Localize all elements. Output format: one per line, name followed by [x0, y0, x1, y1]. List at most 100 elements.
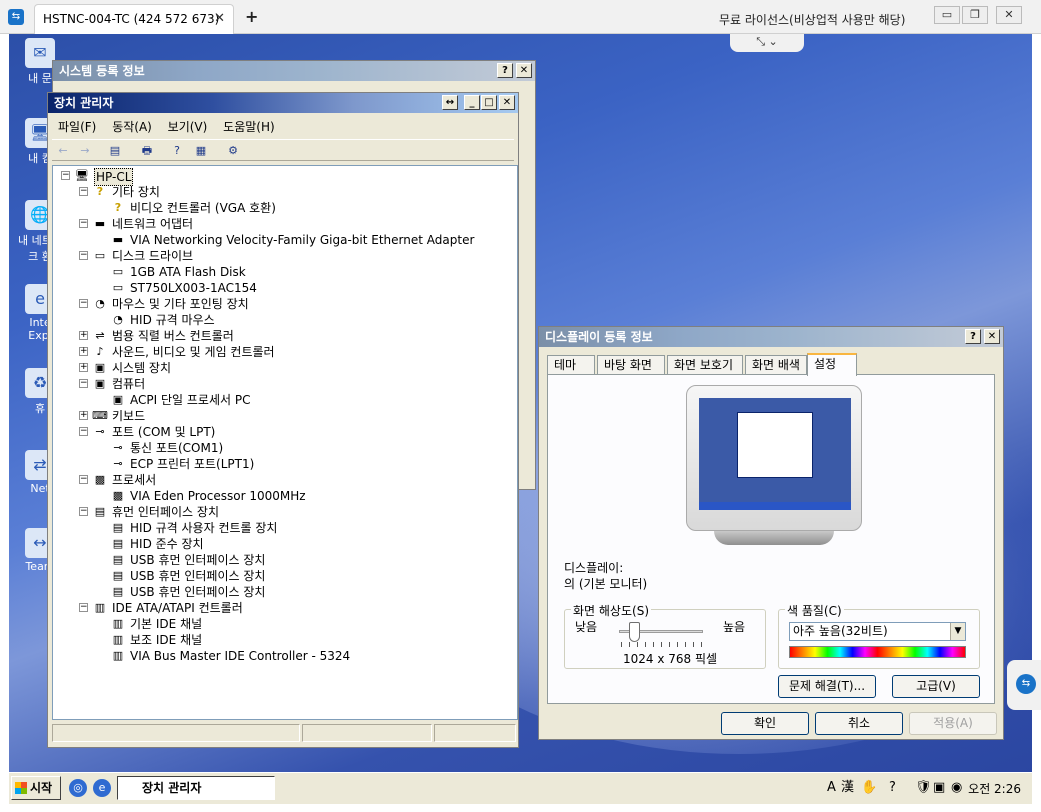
expand-icon[interactable]: +: [79, 411, 88, 420]
device-tree-label: USB 휴먼 인터페이스 장치: [130, 585, 266, 599]
desktop-icon-label: 내 문: [28, 72, 52, 85]
device-tree-label: HID 규격 마우스: [130, 313, 215, 327]
show-hide-tree-icon[interactable]: ▤: [106, 142, 124, 160]
remote-restore-button[interactable]: ❐: [962, 6, 988, 24]
resolution-slider-thumb[interactable]: [629, 622, 641, 642]
network-tray-icon[interactable]: ▣: [933, 778, 945, 798]
back-icon[interactable]: ←: [54, 142, 72, 160]
collapse-icon[interactable]: −: [79, 299, 88, 308]
troubleshoot-button[interactable]: 문제 해결(T)...: [778, 675, 876, 698]
collapse-icon[interactable]: −: [79, 251, 88, 260]
close-button[interactable]: ✕: [499, 95, 515, 110]
ime-help-icon[interactable]: ?: [889, 778, 896, 798]
status-bar: [52, 724, 516, 742]
collapse-icon[interactable]: −: [79, 507, 88, 516]
device-icon: ⊸: [113, 441, 123, 454]
new-tab-button[interactable]: +: [245, 7, 258, 26]
ime-hand-icon[interactable]: ✋: [861, 778, 877, 798]
device-tree-label: ACPI 단일 프로세서 PC: [130, 393, 251, 407]
ime-alpha-icon[interactable]: A: [827, 778, 836, 798]
cancel-button[interactable]: 취소: [815, 712, 903, 735]
ime-hanja-icon[interactable]: 漢: [841, 778, 854, 798]
taskbar-item-device-manager[interactable]: 장치 관리자: [117, 776, 275, 800]
advanced-button[interactable]: 고급(V): [892, 675, 980, 698]
device-tree-label: 마우스 및 기타 포인팅 장치: [112, 297, 249, 311]
session-tab[interactable]: HSTNC-004-TC (424 572 673) ✕: [34, 4, 234, 34]
resize-button[interactable]: ↔: [442, 95, 458, 110]
device-icon: ⊸: [95, 425, 105, 438]
tab-themes[interactable]: 테마: [547, 355, 595, 375]
device-tree-label: ST750LX003-1AC154: [130, 281, 257, 295]
remote-minimize-button[interactable]: ▭: [934, 6, 960, 24]
device-tree[interactable]: − 🖥 HP-CL −? 기타 장치? 비디오 컨트롤러 (VGA 호환) − ▬ 네트워크 어…: [52, 165, 518, 720]
security-shield-icon[interactable]: 🛡: [915, 778, 932, 798]
clock[interactable]: 오전 2:26: [968, 780, 1021, 798]
help-button[interactable]: ?: [965, 329, 981, 344]
system-properties-titlebar[interactable]: 시스템 등록 정보 ? ✕: [53, 61, 535, 81]
display-properties-titlebar[interactable]: 디스플레이 등록 정보 ? ✕: [539, 327, 1003, 347]
tab-desktop[interactable]: 바탕 화면: [597, 355, 665, 375]
device-icon: ▤: [94, 505, 106, 518]
status-segment: [302, 724, 432, 742]
remote-desktop[interactable]: ✉ 내 문 🖥 내 컴 🌐 내 네트워크 환 e Inte Expl ♻ 휴 ⇄…: [9, 34, 1032, 804]
maximize-button[interactable]: □: [481, 95, 497, 110]
device-tree-label: 통신 포트(COM1): [130, 441, 224, 455]
device-tree-label: 키보드: [112, 409, 146, 423]
forward-icon[interactable]: →: [76, 142, 94, 160]
collapse-icon[interactable]: −: [79, 427, 88, 436]
menu-help[interactable]: 도움말(H): [217, 117, 281, 137]
remote-close-button[interactable]: ✕: [996, 6, 1022, 24]
collapse-icon[interactable]: −: [61, 171, 70, 180]
dropdown-arrow-icon[interactable]: ▼: [950, 623, 965, 640]
expand-icon[interactable]: +: [79, 347, 88, 356]
device-icon: ▥: [94, 601, 106, 614]
collapse-icon[interactable]: −: [79, 219, 88, 228]
print-icon[interactable]: 🖶: [138, 142, 156, 160]
expand-icon[interactable]: +: [79, 331, 88, 340]
device-tree-label: 보조 IDE 채널: [130, 633, 203, 647]
volume-tray-icon[interactable]: ◉: [951, 778, 962, 798]
menu-action[interactable]: 동작(A): [106, 117, 158, 137]
help-button[interactable]: ?: [497, 63, 513, 78]
monitor-preview: [686, 385, 862, 551]
collapse-icon[interactable]: −: [79, 603, 88, 612]
minimize-button[interactable]: _: [464, 95, 480, 110]
device-manager-window[interactable]: 장치 관리자 ↔ _ □ ✕ 파일(F) 동작(A) 보기(V) 도움말(H) …: [47, 92, 519, 748]
color-quality-select[interactable]: 아주 높음(32비트) ▼: [789, 622, 966, 641]
mini-window-preview: [737, 412, 813, 478]
start-button[interactable]: 시작: [11, 776, 61, 800]
tab-settings[interactable]: 설정: [807, 353, 857, 376]
apply-button[interactable]: 적용(A): [909, 712, 997, 735]
collapse-icon[interactable]: −: [79, 475, 88, 484]
device-icon: ◔: [95, 297, 105, 310]
device-icon: ?: [96, 185, 104, 198]
collapse-icon[interactable]: −: [79, 187, 88, 196]
tab-appearance[interactable]: 화면 배색: [745, 355, 807, 375]
device-icon: ▬: [94, 217, 106, 230]
menu-view[interactable]: 보기(V): [162, 117, 214, 137]
quicklaunch-ie-icon[interactable]: e: [93, 779, 111, 797]
display-properties-window[interactable]: 디스플레이 등록 정보 ? ✕ 테마 바탕 화면 화면 보호기 화면 배색 설정…: [538, 326, 1004, 740]
device-tree-label: 범용 직렬 버스 컨트롤러: [112, 329, 234, 343]
help-icon[interactable]: ?: [168, 142, 186, 160]
session-tab-close-icon[interactable]: ✕: [214, 11, 225, 26]
device-icon: ◔: [113, 313, 123, 326]
properties-icon[interactable]: ▦: [192, 142, 210, 160]
device-manager-titlebar[interactable]: 장치 관리자 ↔ _ □ ✕: [48, 93, 518, 113]
expand-icon[interactable]: +: [79, 363, 88, 372]
monitor-screen: [699, 398, 851, 510]
close-button[interactable]: ✕: [516, 63, 532, 78]
close-button[interactable]: ✕: [984, 329, 1000, 344]
quicklaunch-desktop-icon[interactable]: ◎: [69, 779, 87, 797]
menu-file[interactable]: 파일(F): [52, 117, 102, 137]
collapse-icon[interactable]: −: [79, 379, 88, 388]
display-value: 의 (기본 모니터): [564, 577, 648, 591]
device-tree-label: VIA Bus Master IDE Controller - 5324: [130, 649, 351, 663]
tab-screensaver[interactable]: 화면 보호기: [667, 355, 743, 375]
window-title: 장치 관리자: [54, 96, 114, 110]
remote-toolbar: ⇆ HSTNC-004-TC (424 572 673) ✕ + 무료 라이선스…: [0, 0, 1041, 34]
scan-hardware-icon[interactable]: ⚙: [224, 142, 242, 160]
ok-button[interactable]: 확인: [721, 712, 809, 735]
remote-toolbar-toggle[interactable]: ⤡ ⌄: [730, 34, 804, 52]
teamviewer-side-widget[interactable]: ⇆: [1007, 660, 1041, 710]
